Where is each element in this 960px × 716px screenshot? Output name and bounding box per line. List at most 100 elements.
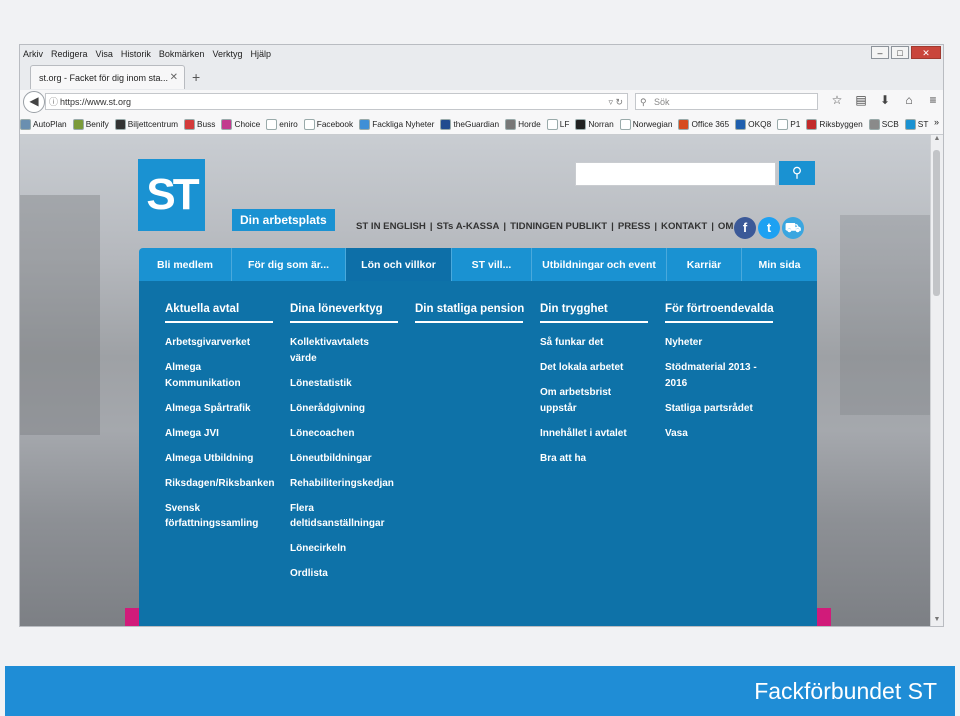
nav-lon-och-villkor[interactable]: Lön och villkor xyxy=(346,248,452,281)
site-search-button[interactable]: ⚲ xyxy=(779,161,815,185)
bookmark-item[interactable]: Norran xyxy=(575,118,614,130)
bookmark-item[interactable]: OKQ8 xyxy=(735,118,772,130)
home-icon[interactable]: ⌂ xyxy=(897,93,921,107)
vertical-scrollbar[interactable]: ▲ ▼ xyxy=(930,135,943,626)
mega-menu-link[interactable]: Om arbetsbrist uppstår xyxy=(540,385,648,416)
tab-st-org[interactable]: st.org - Facket för dig inom sta... ✕ xyxy=(30,65,185,89)
bookmarks-overflow-icon[interactable]: » xyxy=(934,117,939,127)
mega-menu-link[interactable]: Så funkar det xyxy=(540,335,648,351)
bookmark-item[interactable]: Benify xyxy=(72,118,109,130)
mega-menu-link[interactable]: Det lokala arbetet xyxy=(540,360,648,376)
nav-for-dig-som-ar[interactable]: För dig som är... xyxy=(232,248,346,281)
mega-column-heading[interactable]: Din trygghet xyxy=(540,303,648,323)
menu-arkiv[interactable]: Arkiv xyxy=(23,49,43,59)
mega-menu-link[interactable]: Flera deltidsanställningar xyxy=(290,501,398,532)
menu-bokmarken[interactable]: Bokmärken xyxy=(159,49,205,59)
mega-menu-link[interactable]: Lönecirkeln xyxy=(290,541,398,557)
bookmark-item[interactable]: P1 xyxy=(777,118,800,130)
bookmark-item[interactable]: LF xyxy=(546,118,569,130)
link-sts-a-kassa[interactable]: STs A-KASSA xyxy=(437,221,500,232)
mega-menu-link[interactable]: Riksdagen/Riksbanken xyxy=(165,476,274,492)
menu-verktyg[interactable]: Verktyg xyxy=(212,49,242,59)
bookmark-item[interactable]: Facebook xyxy=(303,118,353,130)
hamburger-menu-icon[interactable]: ≡ xyxy=(921,93,943,107)
mega-menu-link[interactable]: Almega Kommunikation xyxy=(165,360,273,391)
mega-menu-link[interactable]: Kollektivavtalets värde xyxy=(290,335,398,366)
mega-column-heading[interactable]: Dina löneverktyg xyxy=(290,303,398,323)
mega-column-heading[interactable]: För förtroendevalda xyxy=(665,303,774,323)
nav-bli-medlem[interactable]: Bli medlem xyxy=(139,248,232,281)
bookmark-item[interactable]: Fackliga Nyheter xyxy=(359,118,434,130)
mega-menu-link[interactable]: Nyheter xyxy=(665,335,773,351)
nav-st-vill[interactable]: ST vill... xyxy=(452,248,532,281)
download-icon[interactable]: ⬇ xyxy=(873,93,897,107)
mega-menu-link[interactable]: Bra att ha xyxy=(540,451,648,467)
scroll-up-icon[interactable]: ▲ xyxy=(931,135,943,147)
reading-list-icon[interactable]: ▤ xyxy=(849,93,873,107)
mega-menu-link[interactable]: Arbetsgivarverket xyxy=(165,335,273,351)
mega-column: Dina löneverktyg Kollektivavtalets värde L… xyxy=(290,303,398,591)
link-press[interactable]: PRESS xyxy=(618,221,651,232)
mega-menu-link[interactable]: Almega Spårtrafik xyxy=(165,401,273,417)
bookmark-star-icon[interactable]: ☆ xyxy=(825,93,849,107)
link-kontakt[interactable]: KONTAKT xyxy=(661,221,707,232)
st-logo[interactable]: ST xyxy=(138,159,205,231)
close-icon[interactable]: ✕ xyxy=(911,46,941,59)
mega-menu-link[interactable]: Rehabiliteringskedjan xyxy=(290,476,398,492)
bookmark-item[interactable]: ST xyxy=(904,118,928,130)
mega-menu-link[interactable]: Almega JVI xyxy=(165,426,273,442)
menu-visa[interactable]: Visa xyxy=(96,49,113,59)
new-tab-icon[interactable]: + xyxy=(192,69,200,85)
info-icon[interactable]: ⓘ xyxy=(49,94,58,110)
back-icon[interactable]: ◀ xyxy=(23,91,45,113)
bookmark-item[interactable]: Choice xyxy=(221,118,260,130)
mega-column-heading[interactable]: Aktuella avtal xyxy=(165,303,273,323)
menu-historik[interactable]: Historik xyxy=(121,49,151,59)
site-search-input[interactable] xyxy=(575,162,776,186)
bookmark-label: OKQ8 xyxy=(748,119,772,129)
bookmark-favicon-icon xyxy=(72,118,84,130)
tab-title: st.org - Facket för dig inom sta... xyxy=(39,72,169,83)
mega-menu-link[interactable]: Lönerådgivning xyxy=(290,401,398,417)
scrollbar-thumb[interactable] xyxy=(933,150,940,296)
scroll-down-icon[interactable]: ▼ xyxy=(931,616,943,626)
url-bar[interactable]: ⓘ https://www.st.org ▿ ↻ xyxy=(45,93,628,110)
tab-close-icon[interactable]: ✕ xyxy=(170,72,178,83)
bookmark-item[interactable]: SCB xyxy=(868,118,899,130)
facebook-icon[interactable]: f xyxy=(734,217,756,239)
mega-menu-link[interactable]: Statliga partsrådet xyxy=(665,401,773,417)
bookmark-item[interactable]: theGuardian xyxy=(440,118,499,130)
reload-icon[interactable]: ▿ ↻ xyxy=(608,94,623,110)
link-tidningen-publikt[interactable]: TIDNINGEN PUBLIKT xyxy=(510,221,607,232)
bookmark-item[interactable]: Office 365 xyxy=(678,118,729,130)
bookmark-item[interactable]: Horde xyxy=(505,118,541,130)
bookmark-item[interactable]: Riksbyggen xyxy=(806,118,863,130)
nav-karriar[interactable]: Karriär xyxy=(667,248,742,281)
browser-search-input[interactable]: ⚲ Sök xyxy=(635,93,818,110)
bookmark-item[interactable]: Buss xyxy=(184,118,215,130)
bookmark-favicon-icon xyxy=(359,118,371,130)
menu-hjalp[interactable]: Hjälp xyxy=(250,49,271,59)
bookmark-item[interactable]: eniro xyxy=(266,118,298,130)
shopping-cart-icon[interactable]: ⛟ xyxy=(782,217,804,239)
mega-menu-link[interactable]: Löneutbildningar xyxy=(290,451,398,467)
link-st-in-english[interactable]: ST IN ENGLISH xyxy=(356,221,426,232)
mega-menu-link[interactable]: Vasa xyxy=(665,426,773,442)
twitter-icon[interactable]: t xyxy=(758,217,780,239)
mega-menu-link[interactable]: Svensk författningssamling xyxy=(165,501,273,532)
mega-menu-link[interactable]: Innehållet i avtalet xyxy=(540,426,648,442)
mega-menu-link[interactable]: Ordlista xyxy=(290,566,398,582)
bookmark-item[interactable]: Biljettcentrum xyxy=(114,118,178,130)
mega-menu-link[interactable]: Stödmaterial 2013 - 2016 xyxy=(665,360,773,391)
mega-menu-link[interactable]: Almega Utbildning xyxy=(165,451,273,467)
mega-menu-link[interactable]: Lönecoachen xyxy=(290,426,398,442)
minimize-icon[interactable]: – xyxy=(871,46,889,59)
menu-redigera[interactable]: Redigera xyxy=(51,49,88,59)
bookmark-item[interactable]: Norwegian xyxy=(619,118,672,130)
bookmark-item[interactable]: AutoPlan xyxy=(20,118,67,130)
mega-menu-link[interactable]: Lönestatistik xyxy=(290,376,398,392)
maximize-icon[interactable]: □ xyxy=(891,46,909,59)
mega-column-heading[interactable]: Din statliga pension xyxy=(415,303,524,323)
nav-min-sida[interactable]: Min sida xyxy=(742,248,817,281)
nav-utbildningar-och-event[interactable]: Utbildningar och event xyxy=(532,248,667,281)
